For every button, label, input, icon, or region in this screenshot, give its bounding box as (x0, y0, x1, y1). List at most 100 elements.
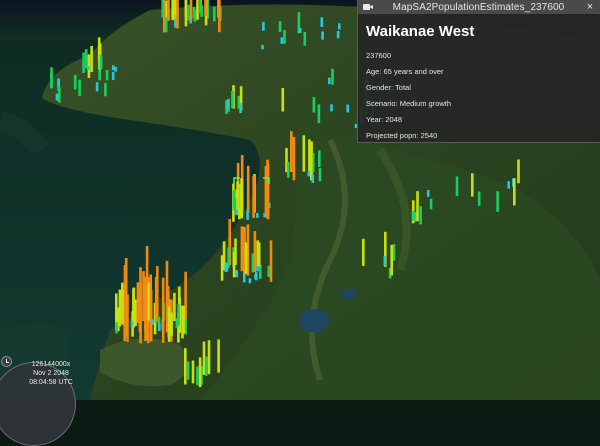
population-bar[interactable] (281, 88, 285, 112)
population-bar[interactable] (262, 21, 265, 31)
population-bar[interactable] (104, 83, 107, 97)
population-bar[interactable] (176, 0, 179, 29)
population-bar[interactable] (99, 54, 103, 69)
population-bar[interactable] (184, 0, 188, 27)
population-bar[interactable] (111, 71, 115, 80)
population-bar[interactable] (115, 322, 118, 334)
population-bar[interactable] (167, 0, 170, 21)
population-bar[interactable] (287, 162, 290, 178)
population-bar[interactable] (477, 191, 481, 206)
population-bar[interactable] (196, 0, 199, 20)
population-bar[interactable] (317, 104, 321, 124)
population-bar[interactable] (199, 0, 202, 14)
population-bar[interactable] (496, 191, 499, 212)
population-bar[interactable] (114, 66, 117, 72)
population-bar[interactable] (256, 266, 259, 272)
population-bar[interactable] (95, 82, 99, 92)
population-bar[interactable] (346, 104, 349, 113)
population-bar[interactable] (246, 210, 249, 220)
population-bar[interactable] (86, 66, 90, 71)
population-bar[interactable] (124, 258, 128, 327)
population-bar[interactable] (311, 174, 315, 183)
population-bar[interactable] (170, 312, 173, 336)
population-bar[interactable] (207, 340, 211, 375)
population-bar[interactable] (147, 282, 150, 321)
population-bar[interactable] (204, 0, 207, 17)
stopwatch-icon[interactable] (1, 356, 12, 367)
population-bar[interactable] (257, 242, 261, 267)
population-bar[interactable] (50, 67, 53, 89)
population-bar[interactable] (507, 181, 510, 189)
population-bar[interactable] (84, 49, 88, 69)
population-bar[interactable] (253, 231, 257, 273)
population-bar[interactable] (330, 104, 333, 112)
population-bar[interactable] (90, 45, 93, 72)
population-bar[interactable] (158, 323, 161, 332)
population-bar[interactable] (220, 255, 224, 281)
population-bar[interactable] (244, 242, 248, 274)
population-bar[interactable] (318, 168, 322, 182)
population-bar[interactable] (243, 273, 246, 283)
population-bar[interactable] (390, 244, 393, 276)
population-bar[interactable] (362, 238, 365, 266)
population-bar[interactable] (426, 190, 430, 197)
population-bar[interactable] (236, 181, 239, 212)
population-bar[interactable] (177, 304, 180, 326)
population-bar[interactable] (278, 21, 282, 32)
population-bar[interactable] (82, 52, 85, 73)
population-bar[interactable] (240, 226, 244, 272)
population-bar[interactable] (105, 69, 109, 81)
population-bar[interactable] (261, 44, 264, 50)
population-bar[interactable] (187, 4, 190, 21)
population-bar[interactable] (267, 265, 270, 277)
population-bar[interactable] (292, 136, 296, 181)
population-bar[interactable] (328, 77, 331, 85)
population-bar[interactable] (130, 320, 134, 327)
population-bar[interactable] (213, 6, 216, 22)
population-bar[interactable] (248, 278, 252, 284)
population-bar[interactable] (173, 292, 176, 321)
population-bar[interactable] (204, 356, 208, 377)
population-bar[interactable] (320, 17, 324, 27)
population-bar[interactable] (55, 93, 59, 101)
population-bar[interactable] (136, 282, 140, 323)
population-bar[interactable] (235, 209, 238, 215)
population-bar[interactable] (218, 0, 221, 33)
population-bar[interactable] (513, 178, 516, 206)
population-bar[interactable] (198, 357, 202, 388)
population-bar[interactable] (139, 282, 142, 344)
population-bar[interactable] (280, 37, 284, 44)
population-bar[interactable] (412, 210, 415, 221)
population-bar[interactable] (186, 361, 190, 380)
close-icon[interactable]: × (584, 0, 596, 14)
population-bar[interactable] (338, 23, 341, 30)
population-bar[interactable] (225, 262, 229, 272)
population-bar[interactable] (196, 366, 199, 386)
population-bar[interactable] (383, 256, 387, 266)
population-bar[interactable] (246, 165, 250, 214)
population-bar[interactable] (167, 306, 171, 342)
population-bar[interactable] (331, 68, 334, 85)
population-bar[interactable] (336, 31, 340, 39)
population-bar[interactable] (240, 178, 243, 216)
population-bar[interactable] (154, 277, 158, 323)
population-bar[interactable] (269, 240, 273, 282)
population-bar[interactable] (161, 0, 164, 18)
population-bar[interactable] (184, 348, 187, 385)
population-bar[interactable] (263, 212, 266, 218)
population-bar[interactable] (416, 191, 419, 222)
population-bar[interactable] (429, 198, 433, 210)
population-bar[interactable] (164, 17, 168, 33)
population-bar[interactable] (144, 297, 147, 341)
population-bar[interactable] (419, 206, 422, 225)
population-bar[interactable] (392, 244, 396, 261)
population-bar[interactable] (132, 288, 135, 318)
population-bar[interactable] (321, 31, 324, 40)
population-bar[interactable] (182, 305, 185, 334)
population-bar[interactable] (121, 290, 124, 325)
population-bar[interactable] (312, 97, 316, 113)
population-bar[interactable] (226, 100, 230, 109)
population-bar[interactable] (78, 79, 81, 96)
population-bar[interactable] (307, 170, 311, 177)
population-bar[interactable] (73, 74, 77, 90)
